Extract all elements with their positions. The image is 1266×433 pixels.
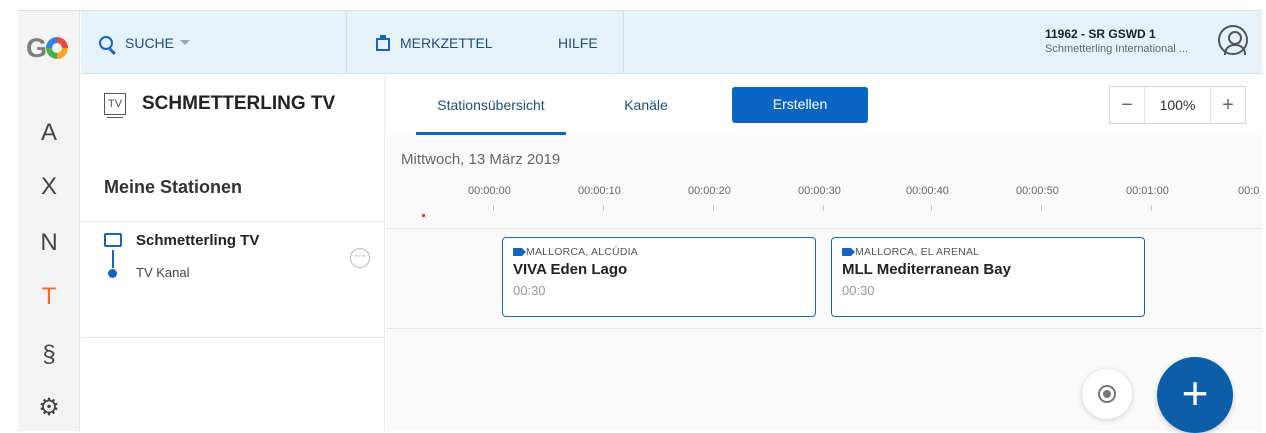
section-title: Meine Stationen [104,177,243,197]
divider [81,337,385,338]
rail-paragraph-icon[interactable]: § [18,341,80,369]
tick-mark [493,205,494,211]
tab-bar: Stationsübersicht Kanäle Erstellen − 100… [386,75,1262,135]
app-window: G A X N T § ⚙ SUCHE MERKZETTEL HILFE 119… [18,10,1262,433]
tick-label: 00:00:20 [688,185,731,197]
icon-rail: G A X N T § ⚙ [18,11,80,431]
rail-n-icon[interactable]: N [18,229,80,257]
zoom-out-button[interactable]: − [1110,87,1144,123]
add-fab-button[interactable]: + [1157,357,1233,433]
divider [81,221,385,222]
tick-label: 00:00:30 [798,185,841,197]
divider [386,328,1262,329]
user-id: 11962 - SR GSWD 1 [1045,27,1156,41]
divider [346,11,347,74]
zoom-control: − 100% + [1109,86,1246,124]
search-label: SUCHE [125,34,175,51]
rail-x-icon[interactable]: X [18,173,80,201]
card-title: VIVA Eden Lago [513,261,628,278]
rail-a-icon[interactable]: A [18,119,80,147]
panel-header: TV SCHMETTERLING TV [104,93,336,118]
user-info[interactable]: 11962 - SR GSWD 1 Schmetterling Internat… [1045,27,1188,55]
card-duration: 00:30 [842,283,875,298]
date-label: Mittwoch, 13 März 2019 [401,151,561,168]
tv-icon: TV [104,93,126,118]
tick-label: 00:00:00 [468,185,511,197]
tick-mark [823,205,824,211]
tick-label: 00:01:00 [1126,185,1169,197]
top-bar: SUCHE MERKZETTEL HILFE 11962 - SR GSWD 1… [81,11,1262,74]
logo-ring-icon [46,37,69,59]
tab-channels[interactable]: Kanäle [606,75,686,135]
card-location: MALLORCA, EL ARENAL [842,246,1134,258]
create-button[interactable]: Erstellen [732,87,868,123]
tick-mark [1041,205,1042,211]
divider [623,11,624,74]
channel-name[interactable]: TV Kanal [136,265,189,280]
card-location: MALLORCA, ALCÚDIA [513,246,805,258]
spot-card[interactable]: MALLORCA, EL ARENAL MLL Mediterranean Ba… [831,237,1145,317]
tick-label: 00:00:10 [578,185,621,197]
tab-station-overview[interactable]: Stationsübersicht [416,75,566,135]
panel-title: SCHMETTERLING TV [142,93,336,114]
bookmark-button[interactable]: MERKZETTEL [376,11,493,74]
tag-icon [842,248,855,256]
time-ruler: 00:00:00 00:00:10 00:00:20 00:00:30 00:0… [386,185,1262,225]
tick-mark [603,205,604,211]
tag-icon [513,248,526,256]
tick-label: 00:00:50 [1016,185,1059,197]
zoom-level: 100% [1144,87,1211,123]
divider [386,228,1262,229]
station-name: Schmetterling TV [136,232,260,249]
tick-mark [713,205,714,211]
help-button[interactable]: HILFE [558,11,598,74]
stations-panel: TV SCHMETTERLING TV Meine Stationen Schm… [81,75,385,431]
search-menu[interactable]: SUCHE [99,11,191,74]
zoom-in-button[interactable]: + [1211,87,1245,123]
avatar-icon[interactable] [1218,25,1248,55]
tick-mark [931,205,932,211]
rail-t-icon[interactable]: T [18,283,80,311]
tick-mark [1151,205,1152,211]
main-area: Stationsübersicht Kanäle Erstellen − 100… [386,75,1262,433]
go-logo[interactable]: G [26,33,69,64]
monitor-icon [104,233,122,247]
help-label: HILFE [558,34,598,51]
playhead-marker [422,214,425,217]
more-options-button[interactable]: ··· [350,248,370,268]
search-icon [99,35,113,50]
bookmark-label: MERKZETTEL [400,34,493,51]
spot-card[interactable]: MALLORCA, ALCÚDIA VIVA Eden Lago 00:30 [502,237,816,317]
card-duration: 00:30 [513,283,546,298]
tree-line [112,250,114,268]
record-button[interactable] [1082,369,1132,419]
rail-gear-icon[interactable]: ⚙ [18,393,80,422]
chevron-down-icon [180,40,191,45]
channel-dot-icon [108,269,117,278]
card-title: MLL Mediterranean Bay [842,261,1011,278]
bookmark-icon [376,34,390,51]
tick-label: 00:0 [1238,185,1260,197]
tick-label: 00:00:40 [906,185,949,197]
user-company: Schmetterling International ... [1045,43,1189,55]
